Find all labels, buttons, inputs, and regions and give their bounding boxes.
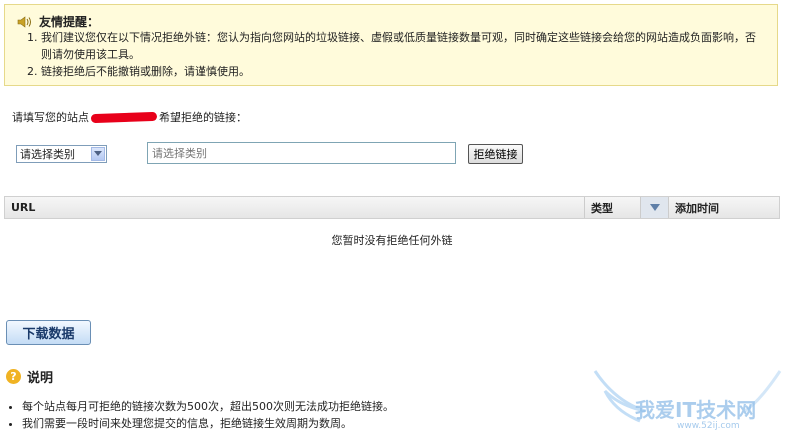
speaker-icon	[17, 15, 31, 28]
notice-list: 我们建议您仅在以下情况拒绝外链：您认为指向您网站的垃圾链接、虚假或低质量链接数量…	[23, 29, 761, 80]
watermark: 我爱IT技术网 www.52ij.com	[585, 366, 790, 436]
site-prompt-prefix: 请填写您的站点	[12, 111, 89, 124]
column-added-time: 添加时间	[675, 201, 719, 215]
table-header: URL 类型 添加时间	[4, 196, 780, 219]
category-selected-value: 请选择类别	[20, 148, 75, 161]
explain-list: 每个站点每月可拒绝的链接次数为500次，超出500次则无法成功拒绝链接。 我们需…	[6, 398, 394, 432]
column-type: 类型	[585, 197, 641, 218]
explain-item: 每个站点每月可拒绝的链接次数为500次，超出500次则无法成功拒绝链接。	[22, 398, 394, 415]
site-prompt: 请填写您的站点 希望拒绝的链接：	[12, 109, 247, 125]
explain-item: 我们需要一段时间来处理您提交的信息，拒绝链接生效周期为数周。	[22, 415, 394, 432]
notice-item: 链接拒绝后不能撤销或删除，请谨慎使用。	[41, 63, 761, 80]
notice-box: 友情提醒： 我们建议您仅在以下情况拒绝外链：您认为指向您网站的垃圾链接、虚假或低…	[4, 4, 778, 86]
download-data-button[interactable]: 下载数据	[6, 320, 91, 345]
dropdown-arrow-icon[interactable]	[91, 147, 105, 161]
type-filter-icon[interactable]	[641, 197, 669, 218]
watermark-text: 我爱IT技术网	[635, 398, 757, 422]
notice-header: 友情提醒：	[17, 13, 99, 30]
notice-title: 友情提醒：	[39, 15, 100, 29]
explain-header: ? 说明	[6, 367, 53, 386]
column-url: URL	[5, 197, 585, 218]
notice-item: 我们建议您仅在以下情况拒绝外链：您认为指向您网站的垃圾链接、虚假或低质量链接数量…	[41, 29, 761, 63]
site-prompt-suffix: 希望拒绝的链接：	[159, 111, 247, 124]
redacted-site-name	[90, 111, 158, 123]
empty-table-message: 您暂时没有拒绝任何外链	[331, 234, 453, 247]
url-input[interactable]	[147, 142, 456, 164]
category-select[interactable]: 请选择类别	[16, 145, 107, 163]
watermark-url: www.52ij.com	[677, 421, 740, 431]
question-icon: ?	[6, 369, 21, 384]
explain-title: 说明	[27, 371, 54, 386]
reject-link-button[interactable]: 拒绝链接	[468, 144, 523, 164]
watermark-wings-icon	[593, 370, 782, 423]
